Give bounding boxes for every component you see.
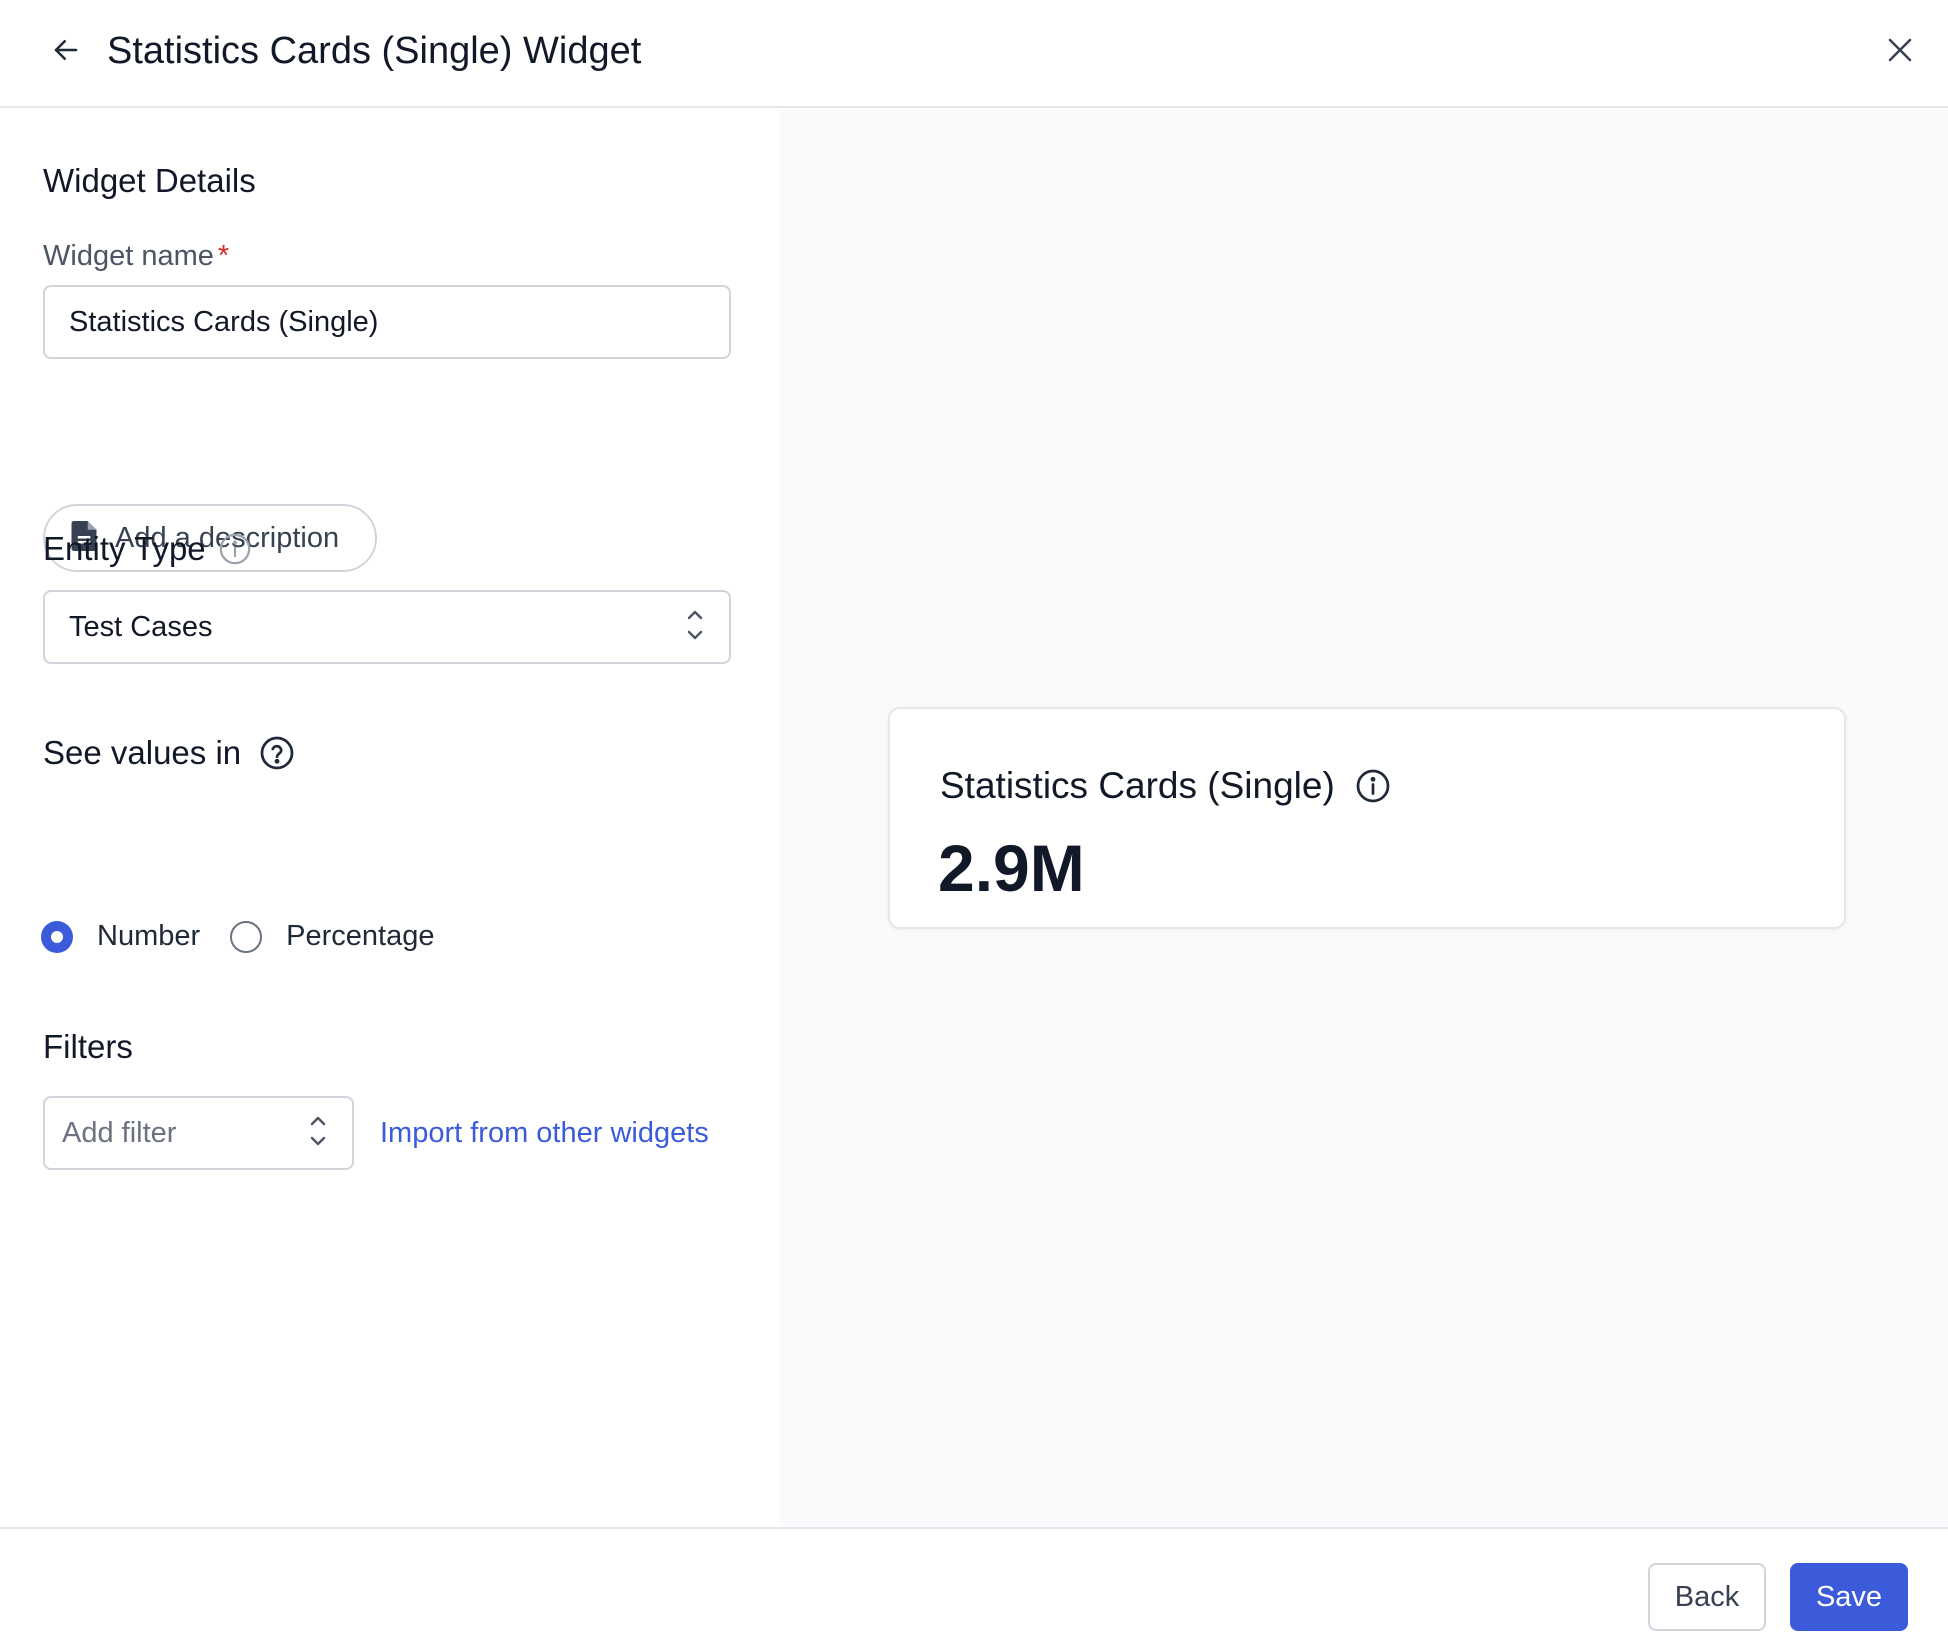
filters-heading: Filters xyxy=(43,1028,133,1065)
card-value: 2.9M xyxy=(938,831,1085,905)
widget-name-label-text: Widget name xyxy=(43,240,214,272)
statistics-card-preview: Statistics Cards (Single) 2.9M xyxy=(888,707,1846,929)
card-title: Statistics Cards (Single) xyxy=(940,764,1391,808)
see-values-heading: See values in xyxy=(43,733,295,773)
number-radio[interactable] xyxy=(41,920,73,953)
required-marker: * xyxy=(217,240,230,272)
back-arrow-icon[interactable] xyxy=(44,28,88,72)
number-radio-label[interactable]: Number xyxy=(97,920,200,953)
entity-type-select[interactable]: Test Cases xyxy=(43,590,731,664)
percentage-radio[interactable] xyxy=(230,920,263,953)
add-filter-placeholder: Add filter xyxy=(62,1116,177,1149)
modal-header: Statistics Cards (Single) Widget xyxy=(0,0,1948,108)
value-format-radio-group: Number Percentage xyxy=(41,920,464,953)
entity-type-value: Test Cases xyxy=(69,610,213,643)
card-title-text: Statistics Cards (Single) xyxy=(940,765,1335,806)
modal-footer: Back Save xyxy=(0,1527,1948,1652)
widget-name-value: Statistics Cards (Single) xyxy=(69,305,379,338)
widget-name-label: Widget name * xyxy=(43,238,229,274)
import-from-widgets-link[interactable]: Import from other widgets xyxy=(380,1115,709,1151)
info-icon[interactable] xyxy=(218,532,252,566)
add-filter-select[interactable]: Add filter xyxy=(43,1096,354,1170)
config-panel: Widget Details Widget name * Statistics C… xyxy=(0,110,780,1528)
help-icon[interactable] xyxy=(259,735,295,771)
page-title: Statistics Cards (Single) Widget xyxy=(107,30,642,72)
entity-type-heading: Entity Type xyxy=(43,529,252,569)
chevron-up-down-icon xyxy=(685,608,705,647)
entity-type-label: Entity Type xyxy=(43,530,206,567)
close-icon[interactable] xyxy=(1878,28,1922,72)
widget-details-heading: Widget Details xyxy=(43,162,256,199)
back-button[interactable]: Back xyxy=(1648,1563,1766,1631)
widget-name-input[interactable]: Statistics Cards (Single) xyxy=(43,285,731,359)
info-icon[interactable] xyxy=(1355,768,1391,804)
percentage-radio-label[interactable]: Percentage xyxy=(286,920,434,953)
chevron-up-down-icon xyxy=(308,1114,328,1153)
see-values-label: See values in xyxy=(43,734,242,771)
save-button[interactable]: Save xyxy=(1790,1563,1908,1631)
